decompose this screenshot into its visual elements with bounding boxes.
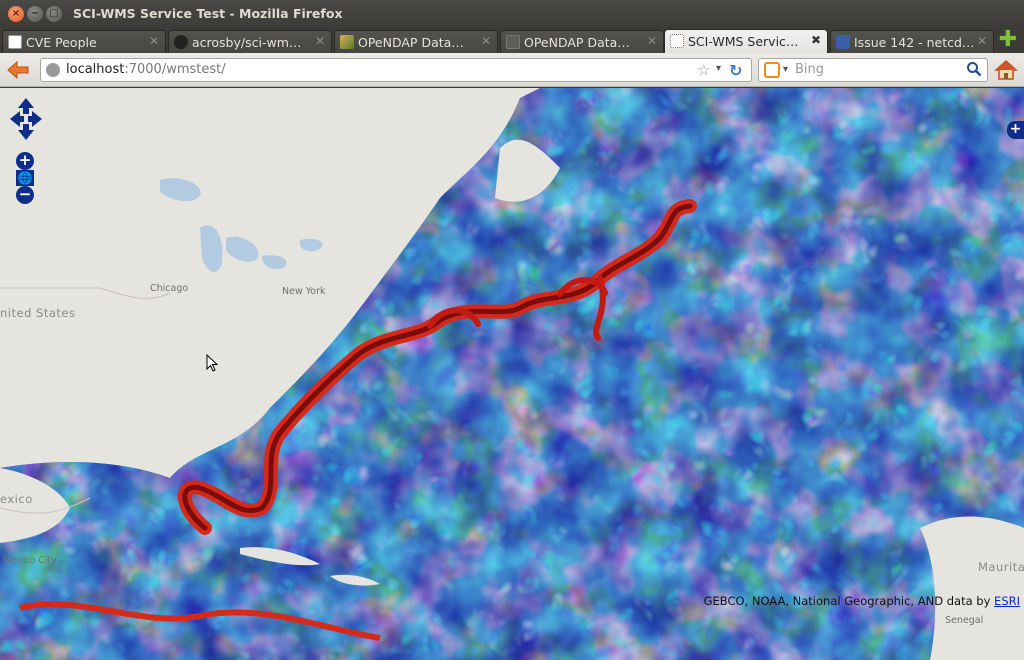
search-bar[interactable]: ▾ Bing: [758, 58, 988, 82]
window-title: SCI-WMS Service Test - Mozilla Firefox: [73, 6, 343, 21]
pan-up-icon[interactable]: [18, 98, 34, 114]
url-host: localhost: [66, 62, 125, 77]
attribution-link[interactable]: ESRI: [994, 594, 1020, 608]
back-arrow-icon[interactable]: [6, 59, 30, 81]
tab-label: CVE People: [26, 35, 97, 50]
pan-down-icon[interactable]: [18, 124, 34, 140]
label-chicago: Chicago: [150, 283, 189, 294]
tab-github-sci-wms[interactable]: acrosby/sci-wm… ✕: [168, 30, 332, 53]
tab-label: OPeNDAP Data…: [524, 35, 630, 50]
tab-sci-wms-service[interactable]: SCI-WMS Servic… ✖: [664, 29, 828, 53]
pan-control[interactable]: [8, 96, 44, 142]
tab-opendap-2[interactable]: OPeNDAP Data… ✕: [500, 30, 664, 53]
map-canvas[interactable]: [0, 88, 1024, 660]
reload-icon[interactable]: ↻: [729, 61, 742, 80]
github-icon: [174, 35, 188, 49]
pan-left-icon[interactable]: [10, 111, 24, 127]
window-minimize-button[interactable]: −: [27, 6, 43, 22]
blank-page-icon: [506, 35, 520, 49]
opendap-icon: [340, 35, 354, 49]
tab-opendap-1[interactable]: OPeNDAP Data… ✕: [334, 30, 498, 53]
globe-icon: [46, 63, 60, 77]
page-content: nited States Chicago New York exico Mexi…: [0, 88, 1024, 660]
bookmark-star-icon[interactable]: ☆: [697, 61, 710, 79]
tab-close-icon[interactable]: ✕: [977, 34, 987, 48]
tab-close-icon[interactable]: ✖: [811, 33, 821, 47]
window-maximize-button[interactable]: □: [46, 6, 62, 22]
pan-right-icon[interactable]: [28, 111, 42, 127]
window-title-bar: × − □ SCI-WMS Service Test - Mozilla Fir…: [0, 0, 1024, 28]
zoom-out-button[interactable]: −: [16, 186, 34, 204]
map-attribution: GEBCO, NOAA, National Geographic, AND da…: [704, 594, 1020, 608]
label-senegal: Senegal: [945, 615, 984, 626]
layer-switcher-button[interactable]: +: [1007, 121, 1024, 139]
url-history-dropdown-icon[interactable]: ▾: [716, 63, 721, 74]
attribution-text: GEBCO, NOAA, National Geographic, AND da…: [703, 594, 995, 608]
mouse-cursor-icon: [206, 354, 218, 372]
tab-label: SCI-WMS Servic…: [688, 34, 799, 49]
window-close-button[interactable]: ×: [8, 6, 24, 22]
tab-close-icon[interactable]: ✕: [481, 34, 491, 48]
tab-issue-142[interactable]: Issue 142 - netcd… ✕: [830, 30, 994, 53]
url-bar[interactable]: localhost:7000/wmstest/ ☆ ▾ ↻: [40, 58, 752, 82]
zoom-world-icon[interactable]: 🌐: [16, 170, 34, 186]
new-tab-button[interactable]: ✚: [998, 29, 1018, 51]
label-new-york: New York: [282, 286, 326, 297]
bing-icon[interactable]: [764, 62, 780, 78]
label-mexico-city: Mexico City: [2, 555, 57, 566]
issue-tracker-icon: [836, 35, 850, 49]
tab-cve-people[interactable]: CVE People ✕: [2, 30, 166, 53]
tab-label: acrosby/sci-wm…: [192, 35, 302, 50]
label-united-states: nited States: [0, 306, 76, 320]
label-mexico: exico: [0, 492, 33, 506]
home-icon[interactable]: [994, 59, 1018, 81]
loading-icon: [670, 34, 684, 48]
page-icon: [8, 35, 22, 49]
tab-close-icon[interactable]: ✕: [149, 34, 159, 48]
search-engine-dropdown-icon[interactable]: ▾: [783, 64, 788, 75]
url-path: :7000/wmstest/: [124, 62, 226, 77]
tab-strip: CVE People ✕ acrosby/sci-wm… ✕ OPeNDAP D…: [0, 28, 1024, 53]
tab-close-icon[interactable]: ✕: [315, 34, 325, 48]
tab-close-icon[interactable]: ✕: [647, 34, 657, 48]
tab-label: Issue 142 - netcd…: [854, 35, 974, 50]
navigation-toolbar: localhost:7000/wmstest/ ☆ ▾ ↻ ▾ Bing: [0, 53, 1024, 87]
label-mauritania: Maurita: [978, 560, 1024, 574]
magnifier-icon[interactable]: [966, 61, 982, 77]
search-input[interactable]: Bing: [795, 62, 824, 77]
url-text[interactable]: localhost:7000/wmstest/: [66, 62, 226, 77]
zoom-in-button[interactable]: +: [16, 152, 34, 170]
tab-label: OPeNDAP Data…: [358, 35, 464, 50]
